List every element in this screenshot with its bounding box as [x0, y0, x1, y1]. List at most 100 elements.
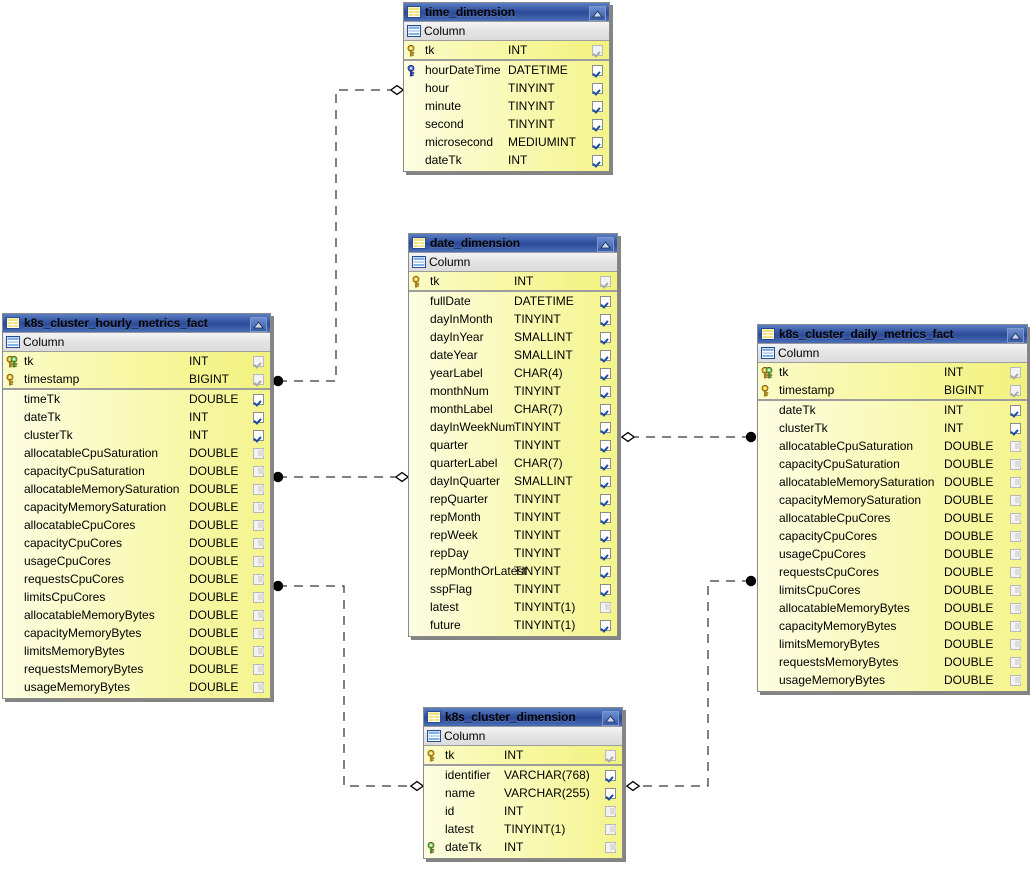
not-null-checkbox-checked[interactable]: [591, 118, 603, 130]
table-title-bar[interactable]: k8s_cluster_hourly_metrics_fact: [3, 314, 270, 333]
er-diagram-canvas[interactable]: time_dimension Column tk INT hourDateTime DAT…: [0, 0, 1030, 870]
not-null-checkbox-unchecked[interactable]: [252, 555, 264, 567]
not-null-checkbox-locked[interactable]: [1009, 366, 1021, 378]
column-row[interactable]: usageCpuCores DOUBLE: [3, 552, 270, 570]
collapse-button[interactable]: [1007, 328, 1024, 343]
table-title-bar[interactable]: date_dimension: [409, 234, 617, 253]
column-row[interactable]: repMonth TINYINT: [409, 508, 617, 526]
column-row[interactable]: timeTk DOUBLE: [3, 390, 270, 408]
column-row[interactable]: second TINYINT: [404, 115, 609, 133]
not-null-checkbox-locked[interactable]: [591, 44, 603, 56]
not-null-checkbox-checked[interactable]: [599, 493, 611, 505]
column-row[interactable]: dateYear SMALLINT: [409, 346, 617, 364]
column-row[interactable]: future TINYINT(1): [409, 616, 617, 634]
column-row[interactable]: sspFlag TINYINT: [409, 580, 617, 598]
column-row[interactable]: dayInWeekNum TINYINT: [409, 418, 617, 436]
column-row[interactable]: dayInYear SMALLINT: [409, 328, 617, 346]
column-row[interactable]: fullDate DATETIME: [409, 292, 617, 310]
not-null-checkbox-unchecked[interactable]: [252, 591, 264, 603]
relationship-daily-to-cluster[interactable]: [625, 575, 757, 792]
column-row[interactable]: limitsMemoryBytes DOUBLE: [3, 642, 270, 660]
column-row[interactable]: capacityCpuCores DOUBLE: [758, 527, 1027, 545]
not-null-checkbox-unchecked[interactable]: [1009, 602, 1021, 614]
not-null-checkbox-checked[interactable]: [599, 331, 611, 343]
not-null-checkbox-checked[interactable]: [591, 64, 603, 76]
not-null-checkbox-locked[interactable]: [604, 749, 616, 761]
not-null-checkbox-unchecked[interactable]: [604, 805, 616, 817]
column-row[interactable]: dateTk INT: [424, 838, 622, 856]
collapse-button[interactable]: [602, 711, 619, 726]
table-k8s_cluster_dimension[interactable]: k8s_cluster_dimension Column tk INT identifi…: [423, 707, 623, 859]
not-null-checkbox-unchecked[interactable]: [252, 609, 264, 621]
column-row[interactable]: limitsMemoryBytes DOUBLE: [758, 635, 1027, 653]
column-row[interactable]: requestsMemoryBytes DOUBLE: [758, 653, 1027, 671]
column-row[interactable]: capacityMemoryBytes DOUBLE: [3, 624, 270, 642]
not-null-checkbox-unchecked[interactable]: [252, 627, 264, 639]
not-null-checkbox-checked[interactable]: [599, 403, 611, 415]
not-null-checkbox-unchecked[interactable]: [1009, 584, 1021, 596]
column-row[interactable]: hourDateTime DATETIME: [404, 61, 609, 79]
not-null-checkbox-checked[interactable]: [599, 349, 611, 361]
table-k8s_cluster_hourly_metrics_fact[interactable]: k8s_cluster_hourly_metrics_fact Column tk I…: [2, 313, 271, 699]
not-null-checkbox-checked[interactable]: [591, 100, 603, 112]
relationship-hourly-to-date[interactable]: [272, 471, 410, 483]
not-null-checkbox-checked[interactable]: [599, 583, 611, 595]
column-row[interactable]: tk INT: [404, 41, 609, 59]
column-row[interactable]: tk INT: [758, 363, 1027, 381]
not-null-checkbox-checked[interactable]: [252, 411, 264, 423]
not-null-checkbox-unchecked[interactable]: [252, 663, 264, 675]
column-row[interactable]: tk INT: [424, 746, 622, 764]
column-row[interactable]: clusterTk INT: [758, 419, 1027, 437]
column-row[interactable]: repDay TINYINT: [409, 544, 617, 562]
column-row[interactable]: identifier VARCHAR(768): [424, 766, 622, 784]
not-null-checkbox-checked[interactable]: [1009, 422, 1021, 434]
column-row[interactable]: requestsMemoryBytes DOUBLE: [3, 660, 270, 678]
not-null-checkbox-unchecked[interactable]: [1009, 566, 1021, 578]
not-null-checkbox-unchecked[interactable]: [1009, 674, 1021, 686]
not-null-checkbox-unchecked[interactable]: [252, 465, 264, 477]
column-row[interactable]: usageMemoryBytes DOUBLE: [3, 678, 270, 696]
column-row[interactable]: monthLabel CHAR(7): [409, 400, 617, 418]
not-null-checkbox-checked[interactable]: [599, 529, 611, 541]
column-row[interactable]: dayInMonth TINYINT: [409, 310, 617, 328]
not-null-checkbox-unchecked[interactable]: [1009, 656, 1021, 668]
column-row[interactable]: capacityMemorySaturation DOUBLE: [758, 491, 1027, 509]
not-null-checkbox-checked[interactable]: [599, 367, 611, 379]
not-null-checkbox-checked[interactable]: [599, 565, 611, 577]
not-null-checkbox-unchecked[interactable]: [252, 681, 264, 693]
not-null-checkbox-unchecked[interactable]: [1009, 638, 1021, 650]
not-null-checkbox-checked[interactable]: [599, 385, 611, 397]
column-row[interactable]: capacityMemoryBytes DOUBLE: [758, 617, 1027, 635]
column-row[interactable]: repQuarter TINYINT: [409, 490, 617, 508]
column-row[interactable]: dateTk INT: [3, 408, 270, 426]
not-null-checkbox-checked[interactable]: [591, 154, 603, 166]
not-null-checkbox-checked[interactable]: [252, 393, 264, 405]
column-row[interactable]: microsecond MEDIUMINT: [404, 133, 609, 151]
column-row[interactable]: tk INT: [409, 272, 617, 290]
column-row[interactable]: allocatableMemoryBytes DOUBLE: [758, 599, 1027, 617]
relationship-hourly-to-cluster[interactable]: [272, 580, 425, 792]
not-null-checkbox-checked[interactable]: [599, 313, 611, 325]
column-row[interactable]: id INT: [424, 802, 622, 820]
not-null-checkbox-unchecked[interactable]: [252, 537, 264, 549]
column-row[interactable]: allocatableMemoryBytes DOUBLE: [3, 606, 270, 624]
column-row[interactable]: name VARCHAR(255): [424, 784, 622, 802]
column-row[interactable]: allocatableCpuCores DOUBLE: [3, 516, 270, 534]
column-row[interactable]: minute TINYINT: [404, 97, 609, 115]
column-row[interactable]: dateTk INT: [758, 401, 1027, 419]
not-null-checkbox-locked[interactable]: [1009, 384, 1021, 396]
table-k8s_cluster_daily_metrics_fact[interactable]: k8s_cluster_daily_metrics_fact Column tk IN…: [757, 324, 1028, 692]
column-row[interactable]: quarterLabel CHAR(7): [409, 454, 617, 472]
column-row[interactable]: repMonthOrLatest TINYINT: [409, 562, 617, 580]
not-null-checkbox-unchecked[interactable]: [1009, 494, 1021, 506]
column-row[interactable]: latest TINYINT(1): [424, 820, 622, 838]
relationship-hourly-to-time[interactable]: [272, 84, 405, 387]
not-null-checkbox-checked[interactable]: [599, 547, 611, 559]
relationship-daily-to-date[interactable]: [620, 431, 757, 443]
column-row[interactable]: timestamp BIGINT: [758, 381, 1027, 399]
table-title-bar[interactable]: time_dimension: [404, 3, 609, 22]
not-null-checkbox-checked[interactable]: [599, 511, 611, 523]
not-null-checkbox-checked[interactable]: [599, 439, 611, 451]
column-row[interactable]: dayInQuarter SMALLINT: [409, 472, 617, 490]
column-row[interactable]: limitsCpuCores DOUBLE: [3, 588, 270, 606]
